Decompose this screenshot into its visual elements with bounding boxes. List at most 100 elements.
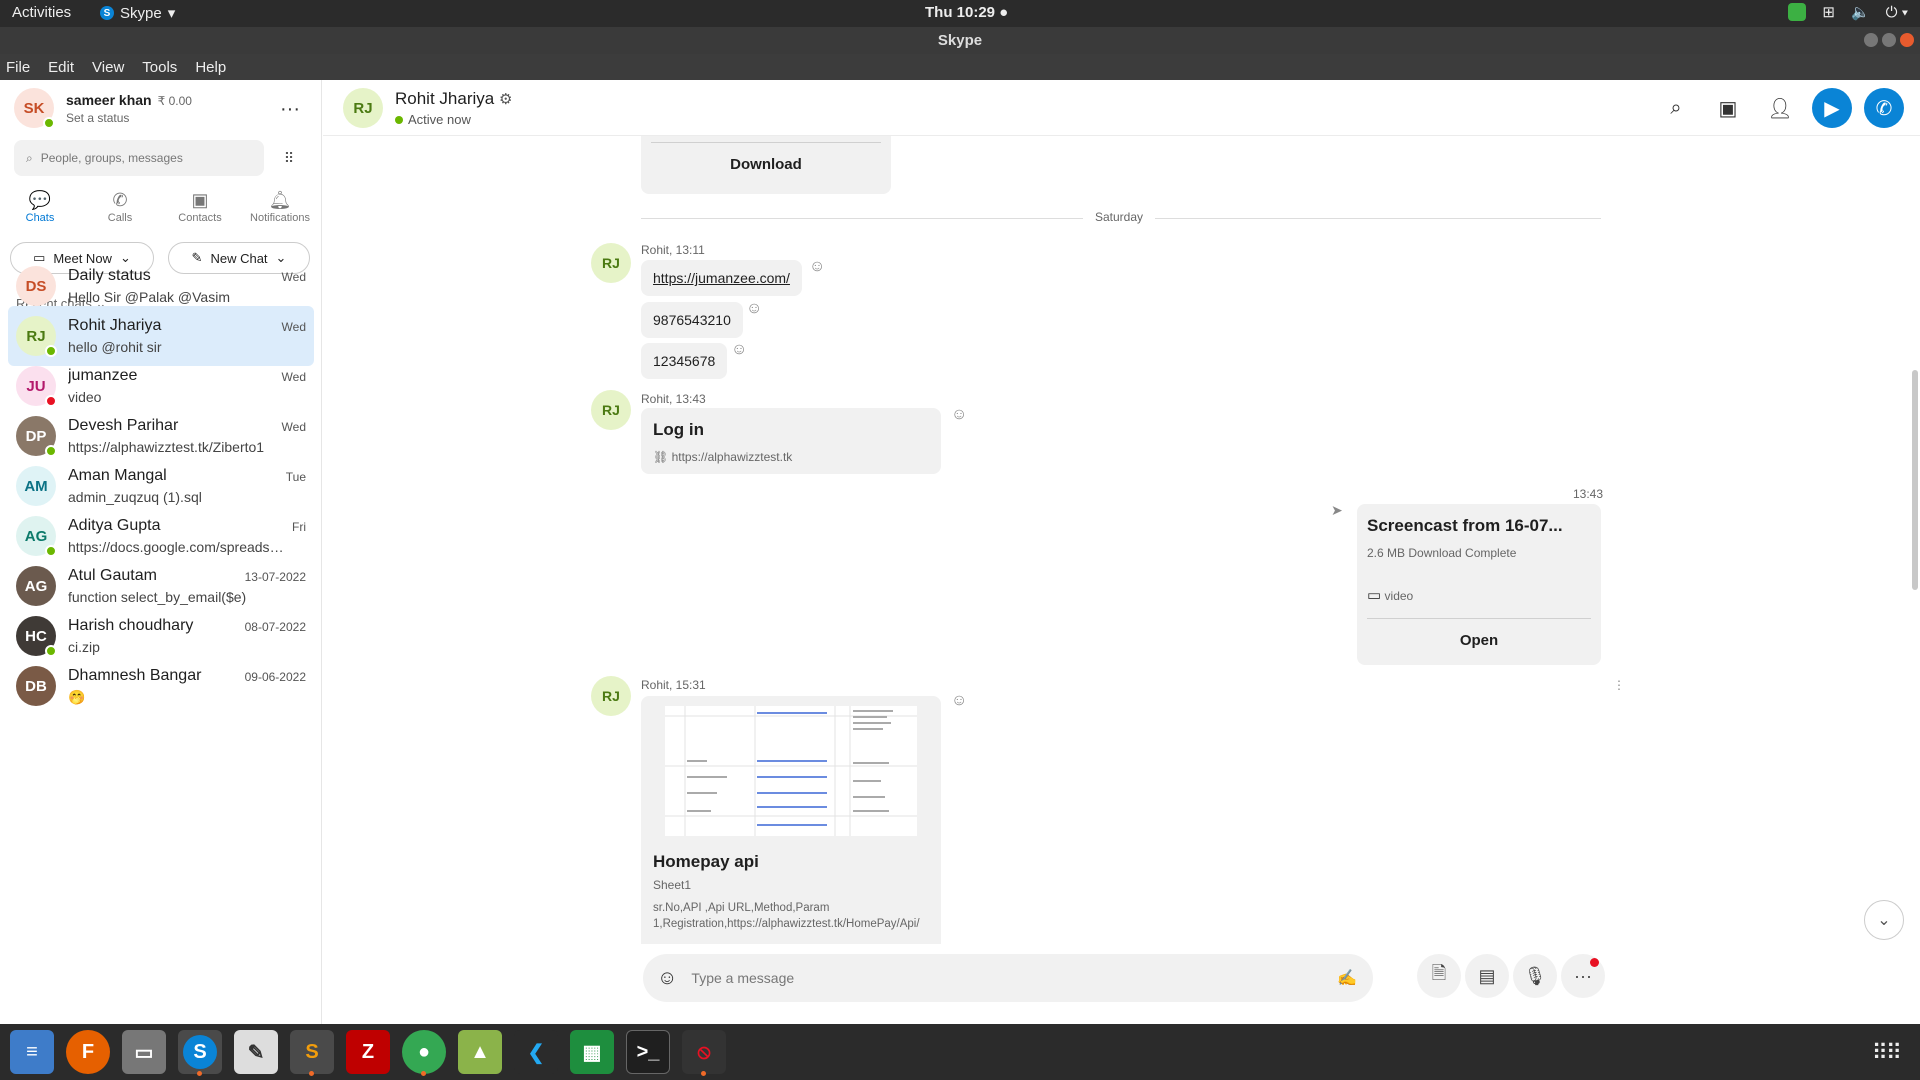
network-icon[interactable]: ⊞ xyxy=(1822,3,1835,21)
format-text-icon[interactable]: ✍ xyxy=(1337,968,1357,988)
contact-card-button[interactable]: ▤ xyxy=(1465,954,1509,998)
firefox-icon[interactable]: F xyxy=(66,1030,110,1074)
avatar[interactable]: DP xyxy=(16,416,57,457)
skype-icon[interactable]: S xyxy=(178,1030,222,1076)
contact-name[interactable]: Rohit Jhariya ⚙ xyxy=(395,89,512,109)
more-actions-button[interactable]: ··· xyxy=(1561,954,1605,998)
microphone-icon: 🎙︎ xyxy=(1523,965,1547,986)
chat-icon: 💬 xyxy=(28,190,52,210)
sent-file-card[interactable]: Screencast from 16-07... 2.6 MB Download… xyxy=(1357,504,1601,665)
chat-preview: ci.zip xyxy=(68,639,100,655)
menu-edit[interactable]: Edit xyxy=(48,59,74,76)
message-bubble[interactable]: 9876543210 xyxy=(641,302,743,338)
avatar[interactable]: RJ xyxy=(591,676,631,716)
archive-icon[interactable]: ▭ xyxy=(122,1030,166,1074)
avatar[interactable]: HC xyxy=(16,616,57,657)
chrome-icon[interactable]: ● xyxy=(402,1030,446,1076)
window-title: Skype xyxy=(937,32,983,49)
check-icon[interactable] xyxy=(1788,3,1807,21)
message-bubble[interactable]: 12345678 xyxy=(641,343,728,379)
message-input[interactable]: Type a message xyxy=(691,970,1323,986)
emoji-reaction-icon[interactable]: ☺ xyxy=(731,341,747,359)
avatar[interactable]: AG xyxy=(16,566,56,606)
spreadsheet-thumbnail-graphic xyxy=(665,706,917,836)
scrollbar[interactable] xyxy=(1912,370,1918,590)
skype-credit[interactable]: ₹ 0.00 xyxy=(158,94,192,108)
emoji-reaction-icon[interactable]: ☺ xyxy=(951,406,967,424)
system-tray[interactable]: ⊞ 🔈 ⏻ ▾ xyxy=(1788,3,1908,21)
avatar[interactable]: RJ xyxy=(591,243,631,283)
more-options-icon[interactable]: ··· xyxy=(280,98,300,121)
avatar[interactable]: JU xyxy=(16,366,57,407)
tab-contacts[interactable]: ▣ Contacts xyxy=(160,188,240,224)
divider xyxy=(651,142,881,143)
more-options-icon[interactable]: ⋮ xyxy=(1613,678,1625,692)
maximize-button[interactable] xyxy=(1882,33,1896,47)
emoji-icon[interactable]: ☺ xyxy=(657,967,677,990)
profile-header[interactable]: SK sameer khan ₹ 0.00 Set a status xyxy=(14,88,192,129)
avatar[interactable]: RJ xyxy=(16,316,57,357)
files-icon[interactable]: ≡ xyxy=(10,1030,54,1074)
link-preview-card[interactable]: Log in ⛓ https://alphawizztest.tk xyxy=(641,408,941,474)
sublime-icon[interactable]: S xyxy=(290,1030,334,1076)
menu-tools[interactable]: Tools xyxy=(142,59,177,76)
recorder-icon[interactable]: ⦸ xyxy=(682,1030,726,1076)
emoji-reaction-icon[interactable]: ☺ xyxy=(951,692,967,710)
avatar[interactable]: DS xyxy=(16,266,56,306)
emoji-reaction-icon[interactable]: ☺ xyxy=(746,300,762,318)
menu-help[interactable]: Help xyxy=(195,59,226,76)
avatar[interactable]: AG xyxy=(16,516,57,557)
volume-icon[interactable]: 🔈 xyxy=(1851,3,1870,21)
video-icon: ▭ xyxy=(1367,587,1382,604)
chat-date: Wed xyxy=(281,320,306,334)
tab-notifications[interactable]: 🔔︎ Notifications xyxy=(240,188,320,224)
list-item[interactable]: DB Dhamnesh Bangar 🤭 09-06-2022 xyxy=(8,656,314,716)
scroll-to-bottom-button[interactable]: ⌄ xyxy=(1864,900,1904,940)
vscode-icon[interactable]: ❮ xyxy=(514,1030,558,1074)
emoji-reaction-icon[interactable]: ☺ xyxy=(809,258,825,276)
gear-icon[interactable]: ⚙ xyxy=(499,91,512,108)
conversation-header: RJ Rohit Jhariya ⚙ Active now ⌕ ▣ 👤︎ ▶ ✆ xyxy=(323,80,1920,136)
power-icon[interactable]: ⏻ ▾ xyxy=(1886,4,1908,21)
minimize-button[interactable] xyxy=(1864,33,1878,47)
avatar[interactable]: DB xyxy=(16,666,56,706)
avatar[interactable]: SK xyxy=(14,88,55,129)
terminal-icon[interactable]: >_ xyxy=(626,1030,670,1074)
clock[interactable]: Thu 10:29 ● xyxy=(925,4,1008,21)
search-input[interactable]: ⌕ People, groups, messages xyxy=(14,140,264,176)
chat-name: Devesh Parihar xyxy=(68,417,179,434)
message-composer[interactable]: ☺ Type a message ✍ xyxy=(643,954,1373,1002)
message-bubble[interactable]: https://jumanzee.com/ xyxy=(641,260,802,296)
menu-view[interactable]: View xyxy=(92,59,124,76)
app-menu[interactable]: S Skype ▾ xyxy=(100,4,175,22)
open-button[interactable]: Open xyxy=(1357,632,1601,649)
chevron-down-icon: ⌄ xyxy=(1877,912,1891,929)
send-file-button[interactable]: 🗎 xyxy=(1417,954,1461,998)
spreadsheet-icon[interactable]: ▦ xyxy=(570,1030,614,1074)
file-type-label: video xyxy=(1384,589,1414,603)
audio-call-button[interactable]: ✆ xyxy=(1864,88,1904,128)
avatar[interactable]: RJ xyxy=(591,390,631,430)
search-icon[interactable]: ⌕ xyxy=(1656,88,1696,128)
add-person-icon[interactable]: 👤︎ xyxy=(1760,88,1800,128)
show-applications-icon[interactable]: ⠿⠿ xyxy=(1872,1040,1902,1066)
record-audio-button[interactable]: 🎙︎ xyxy=(1513,954,1557,998)
set-status[interactable]: Set a status xyxy=(66,111,192,125)
close-button[interactable] xyxy=(1900,33,1914,47)
spreadsheet-preview-line: sr.No,API ,Api URL,Method,Param xyxy=(653,902,830,914)
activities-button[interactable]: Activities xyxy=(12,4,71,21)
text-editor-icon[interactable]: ✎ xyxy=(234,1030,278,1074)
menu-file[interactable]: File xyxy=(6,59,30,76)
avatar[interactable]: RJ xyxy=(343,88,383,128)
chat-name: Daily status xyxy=(68,267,151,284)
message-link[interactable]: https://jumanzee.com/ xyxy=(653,270,790,286)
dialpad-icon[interactable]: ⠿ xyxy=(276,140,302,176)
image-viewer-icon[interactable]: ▲ xyxy=(458,1030,502,1074)
video-call-button[interactable]: ▶ xyxy=(1812,88,1852,128)
avatar[interactable]: AM xyxy=(16,466,56,506)
filezilla-icon[interactable]: Z xyxy=(346,1030,390,1074)
gallery-icon[interactable]: ▣ xyxy=(1708,88,1748,128)
tab-chats[interactable]: 💬 Chats xyxy=(0,188,80,224)
tab-calls[interactable]: ✆ Calls xyxy=(80,188,160,224)
download-button[interactable]: Download xyxy=(641,156,891,173)
